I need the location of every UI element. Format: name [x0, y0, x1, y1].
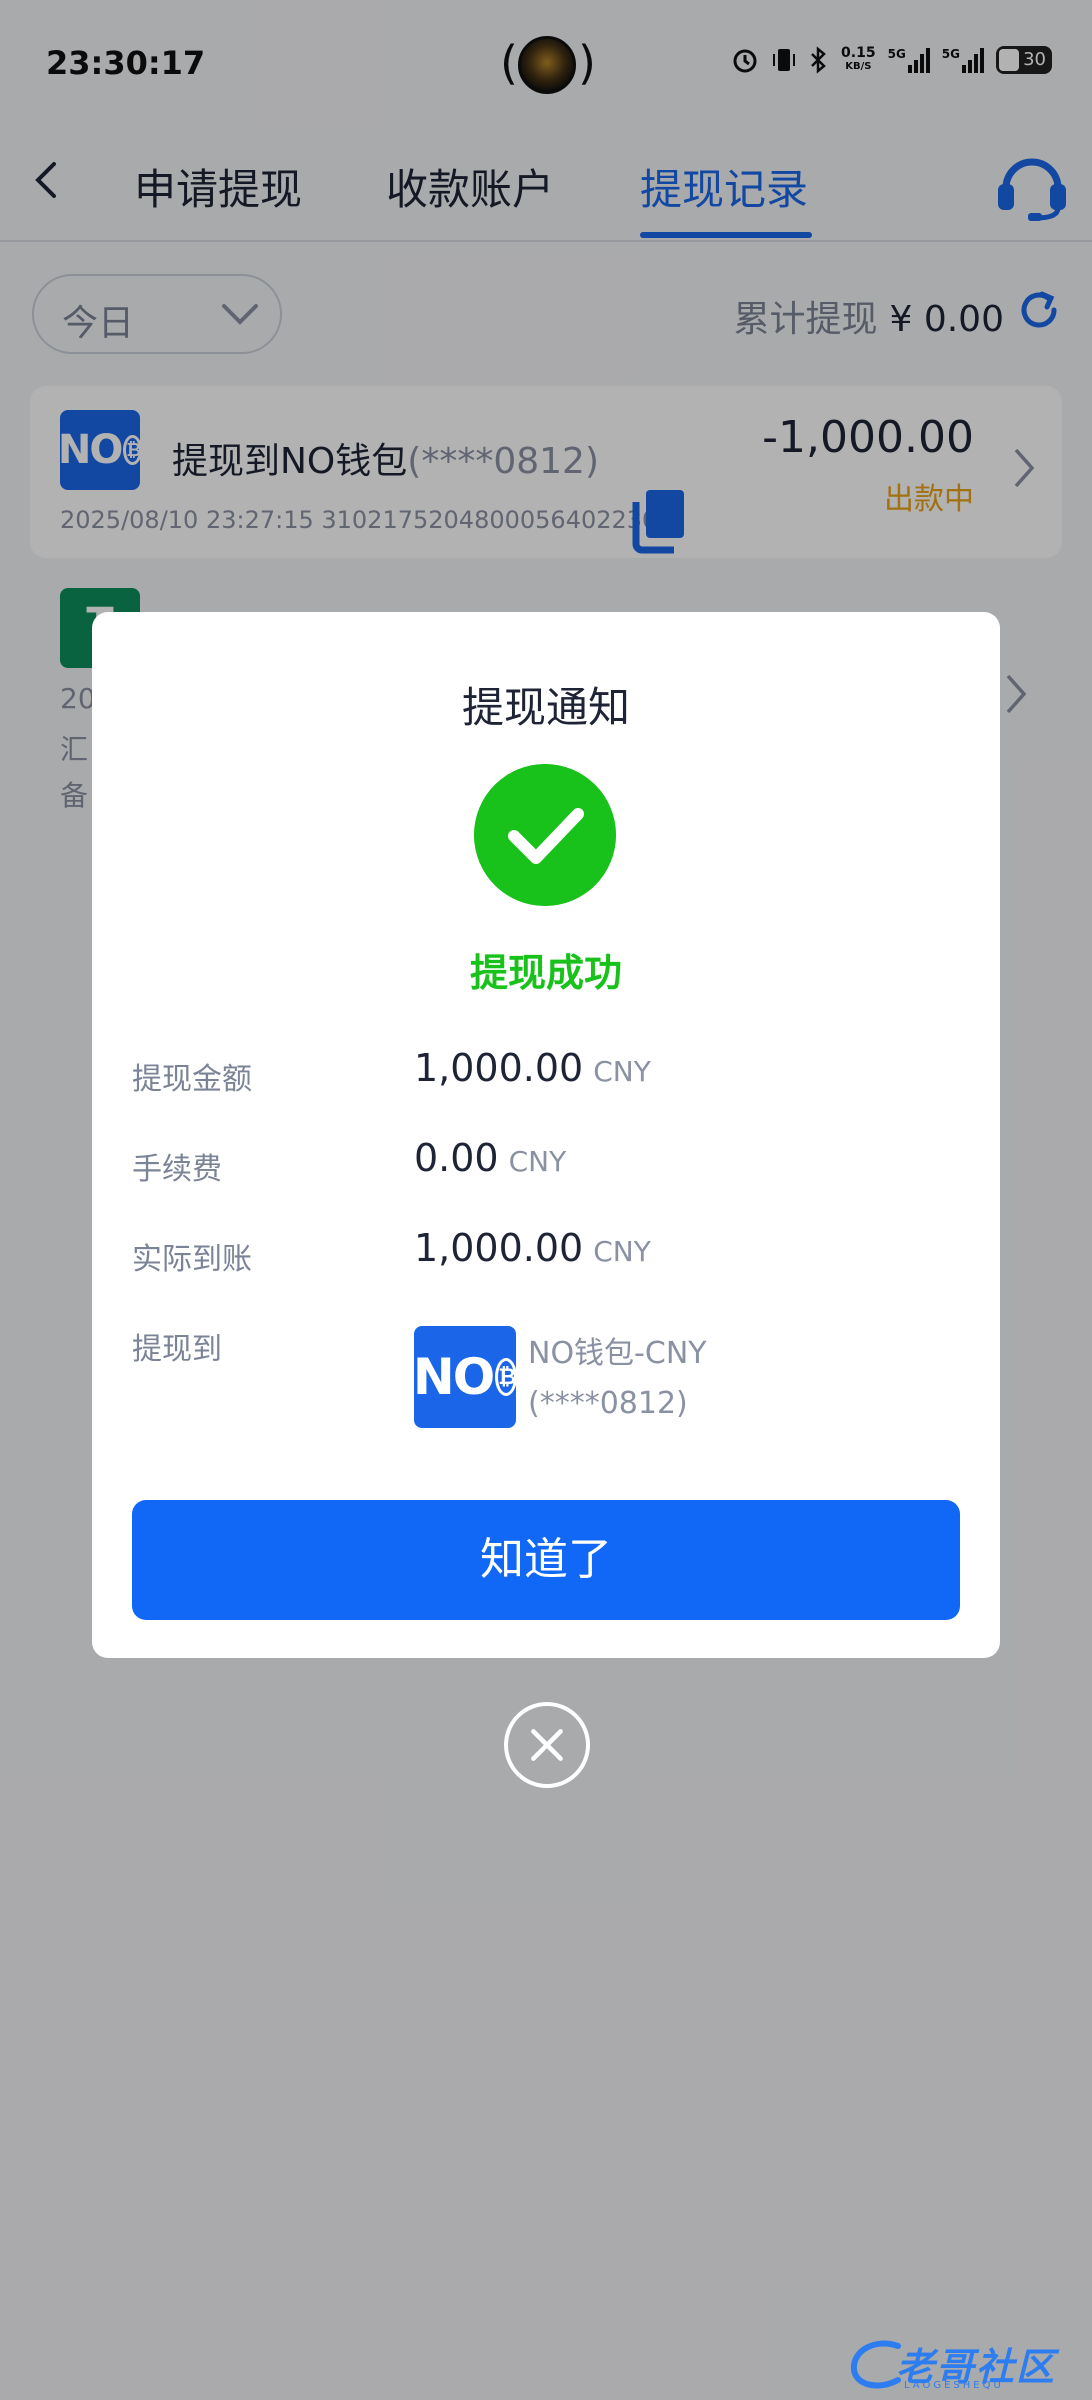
destination-name: NO钱包-CNY: [528, 1336, 707, 1371]
received-label: 实际到账: [132, 1242, 252, 1277]
dialog-title: 提现通知: [461, 683, 630, 732]
no-wallet-logo: NO ₿: [413, 1326, 518, 1428]
close-icon[interactable]: [504, 1702, 590, 1788]
watermark-logo: 老哥社区 LAOGESHEQU: [846, 2336, 1074, 2396]
destination-label: 提现到: [132, 1332, 222, 1367]
success-check-icon: [474, 764, 616, 906]
withdrawal-page: 23:30:17 ( ) 0.15 KB/S 5G 5G 30 申请提现 收款账户…: [0, 0, 1092, 2400]
got-it-button[interactable]: 知道了: [132, 1500, 960, 1620]
received-value: 1,000.00 CNY: [414, 1226, 651, 1270]
amount-label: 提现金额: [132, 1062, 252, 1097]
fee-label: 手续费: [132, 1152, 222, 1187]
fee-value: 0.00 CNY: [414, 1136, 567, 1180]
success-message: 提现成功: [469, 951, 622, 995]
withdraw-notice-dialog: 提现通知 提现成功 提现金额 1,000.00 CNY 手续费 0.00 CNY 实…: [92, 612, 1000, 1658]
amount-value: 1,000.00 CNY: [414, 1046, 651, 1090]
destination-account: (****0812): [528, 1386, 688, 1421]
